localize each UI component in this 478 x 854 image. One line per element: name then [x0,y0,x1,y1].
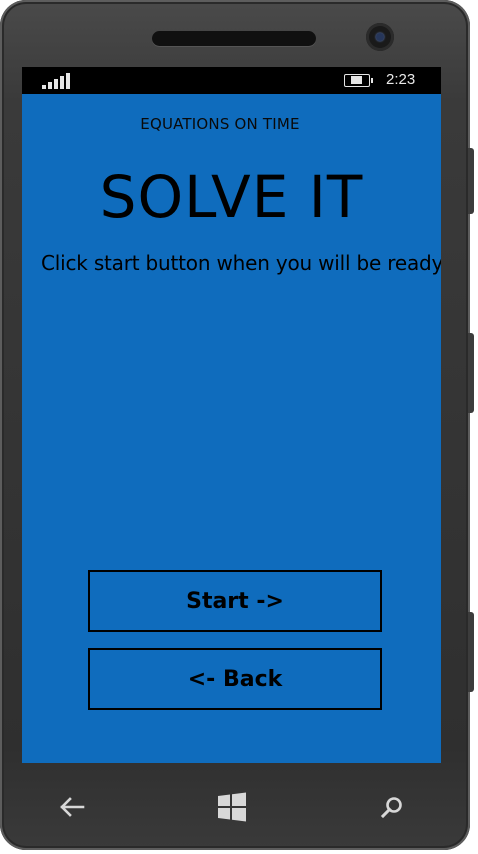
page-title: SOLVE IT [99,163,364,231]
phone-screen: 2:23 EQUATIONS ON TIME SOLVE IT Click st… [22,67,441,763]
volume-up-button [468,148,474,214]
front-camera [366,23,394,51]
app-title: EQUATIONS ON TIME [140,115,300,133]
back-button[interactable]: <- Back [88,648,382,710]
windows-logo-icon[interactable] [212,789,252,825]
camera-button [468,612,474,692]
start-button[interactable]: Start -> [88,570,382,632]
signal-strength-icon [42,73,70,89]
instruction-text: Click start button when you will be read… [41,251,441,275]
volume-down-button [468,333,474,413]
back-arrow-icon[interactable] [52,789,92,825]
status-time: 2:23 [386,71,416,88]
status-bar: 2:23 [22,67,441,94]
phone-frame: 2:23 EQUATIONS ON TIME SOLVE IT Click st… [0,0,474,850]
earpiece-speaker [152,31,316,46]
search-icon[interactable] [372,789,412,825]
navigation-bar [22,763,441,848]
battery-charging-icon [344,74,373,87]
